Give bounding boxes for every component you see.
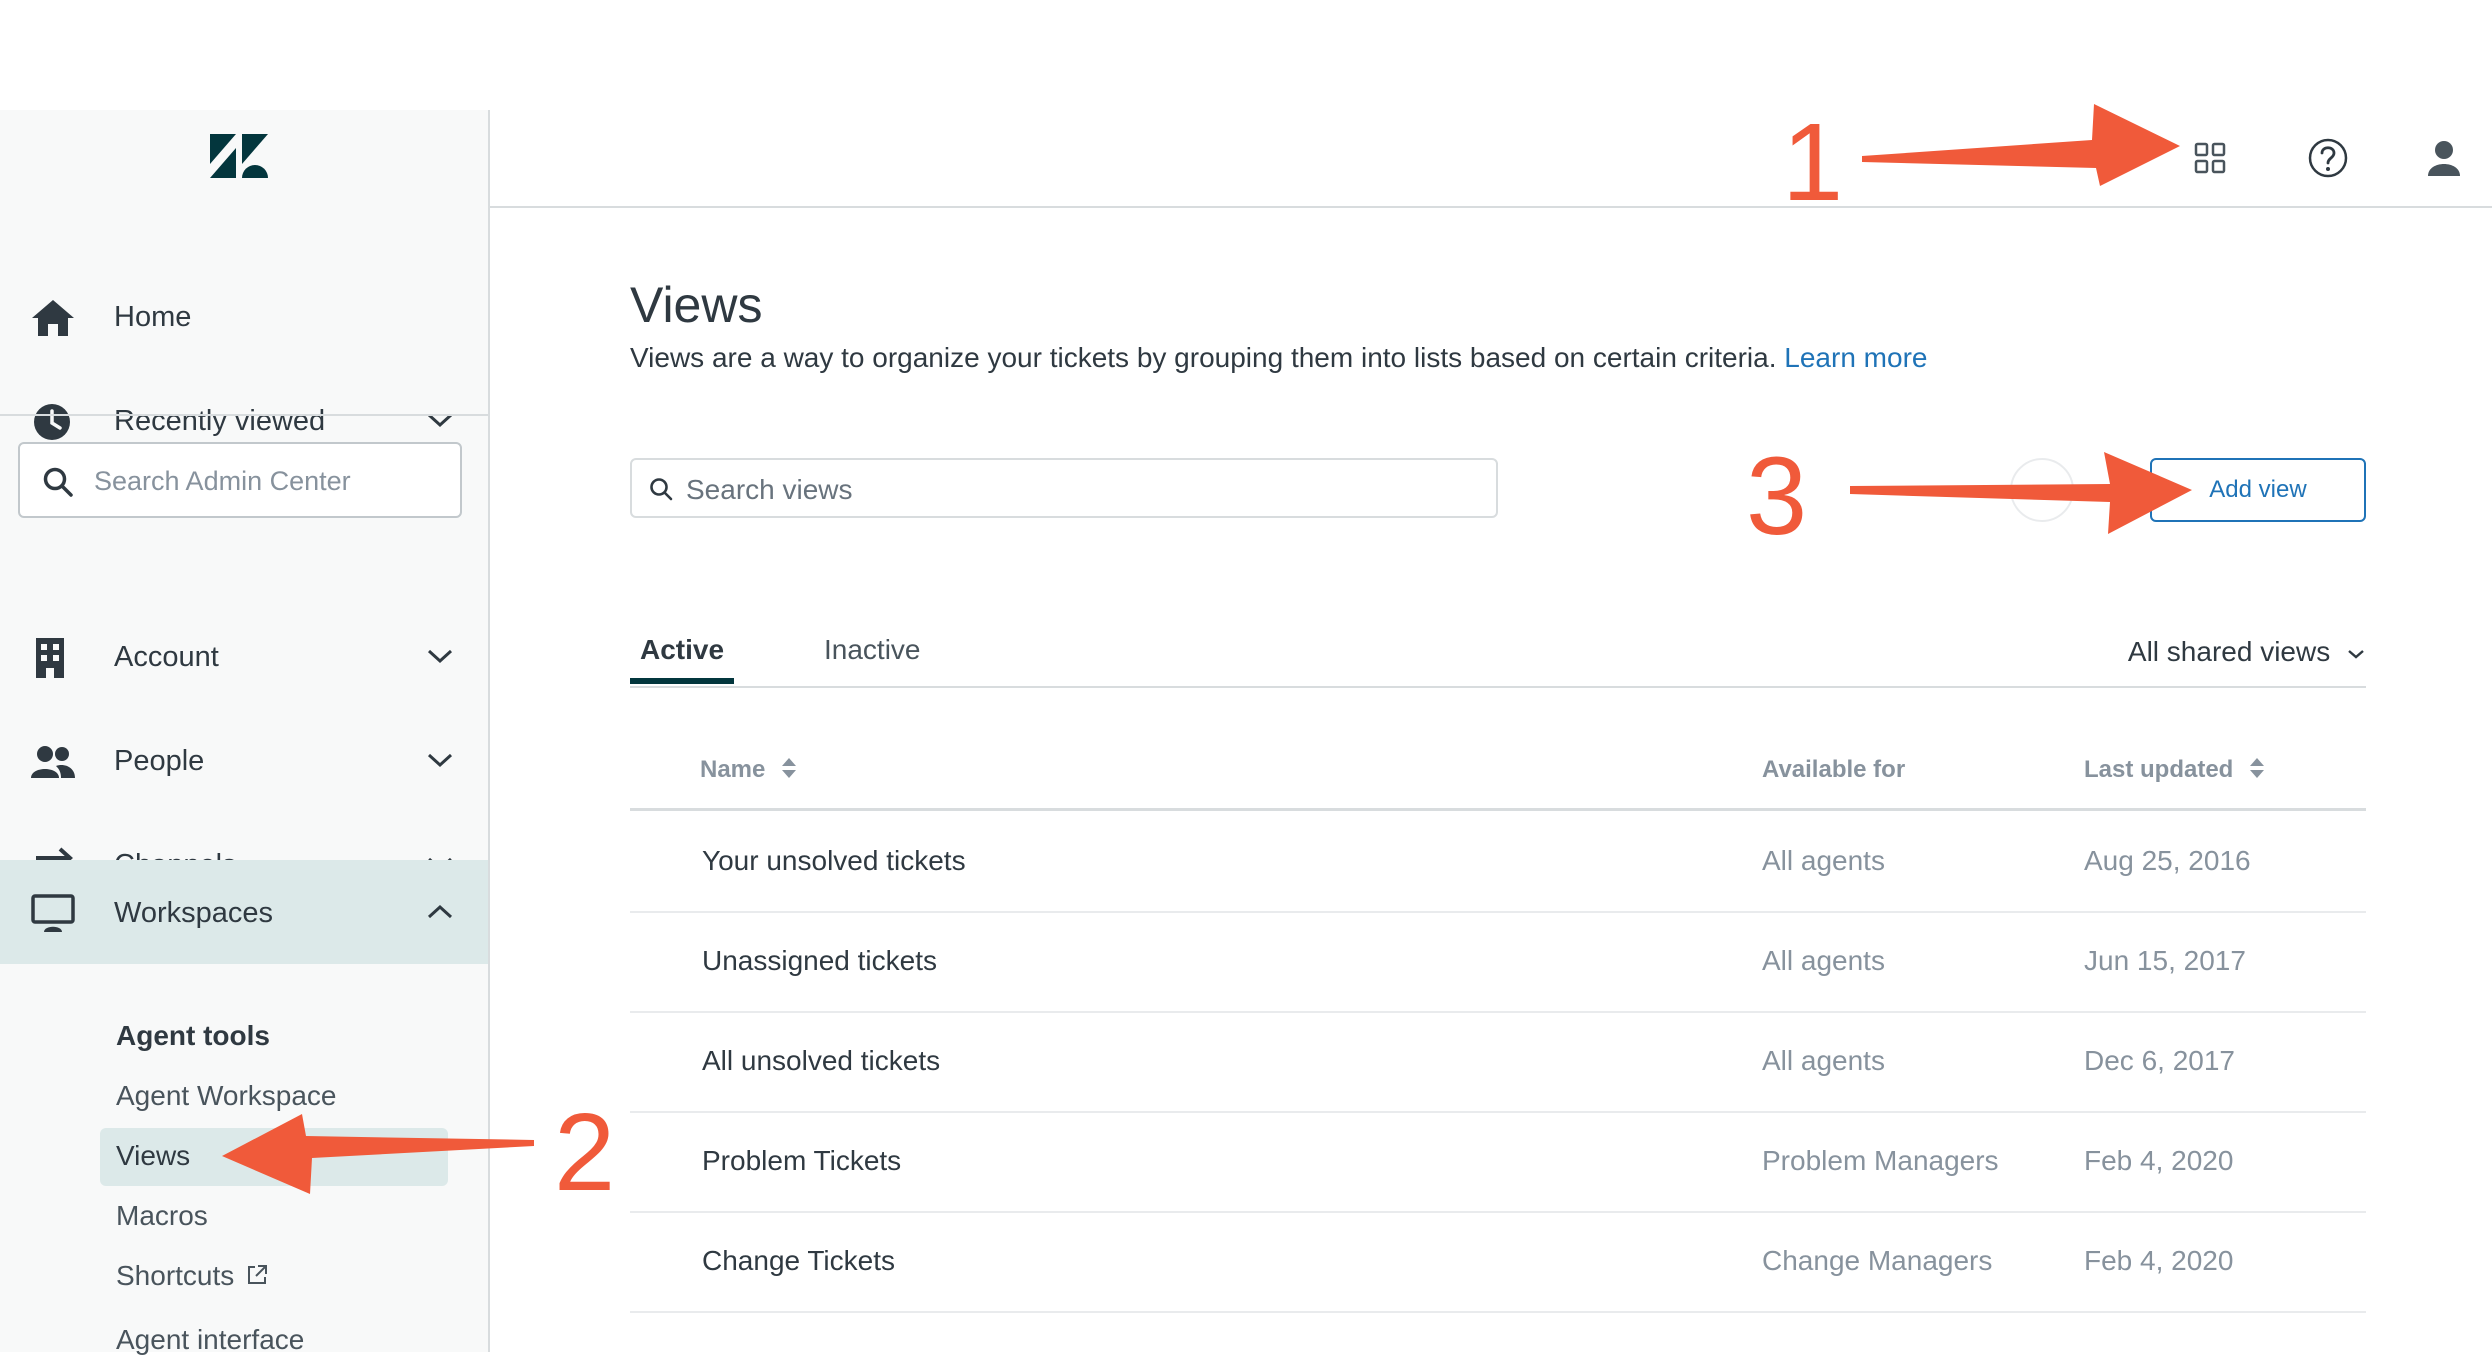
annotation-number-3: 3 (1746, 435, 1808, 558)
annotation-number-1: 1 (1782, 101, 1844, 224)
annotation-arrow-2 (222, 1114, 534, 1194)
annotation-arrow-1 (1862, 104, 2180, 186)
annotation-arrow-3 (1850, 452, 2192, 534)
annotation-arrows (222, 104, 2192, 1194)
annotation-number-2: 2 (554, 1091, 616, 1214)
